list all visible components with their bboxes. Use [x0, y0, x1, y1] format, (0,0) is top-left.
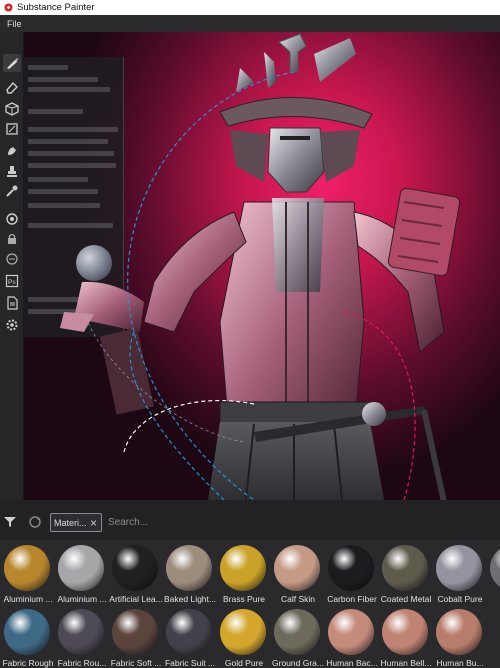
material-preview-sphere: [4, 609, 50, 655]
material-name: Carbon Fiber: [327, 594, 377, 604]
bake-icon[interactable]: [3, 210, 21, 228]
document-icon[interactable]: [3, 294, 21, 312]
material-swatch[interactable]: Fabric Suit ...: [163, 605, 217, 668]
filter-tag-label: Materi...: [54, 517, 87, 528]
filter-icon[interactable]: [3, 516, 17, 528]
material-name: Aluminium ...: [57, 594, 107, 604]
eraser-icon[interactable]: [3, 78, 21, 96]
material-preview-sphere: [58, 545, 104, 591]
material-preview-sphere: [382, 609, 428, 655]
material-preview-sphere: [328, 609, 374, 655]
app-window: Substance Painter File Ps Materi... × Se…: [0, 0, 500, 668]
refresh-icon[interactable]: [28, 515, 42, 529]
material-swatch[interactable]: Baked Light...: [163, 541, 217, 605]
material-swatch[interactable]: Human Bell...: [379, 605, 433, 668]
settings-icon[interactable]: [3, 316, 21, 334]
material-preview-sphere: [220, 545, 266, 591]
material-preview-sphere: [220, 609, 266, 655]
material-name: Brass Pure: [222, 594, 266, 604]
material-swatch[interactable]: Aluminium ...: [55, 541, 109, 605]
material-swatch[interactable]: Fabric Soft ...: [109, 605, 163, 668]
material-name: Co...: [487, 594, 500, 604]
material-preview-sphere: [166, 609, 212, 655]
material-preview-sphere: [328, 545, 374, 591]
material-name: Fabric Suit ...: [164, 658, 216, 668]
material-name: Cobalt Pure: [437, 594, 483, 604]
menu-bar: File: [0, 15, 500, 32]
material-swatch[interactable]: Ground Gra...: [271, 605, 325, 668]
material-swatch[interactable]: Calf Skin: [271, 541, 325, 605]
material-swatch[interactable]: Artificial Lea...: [109, 541, 163, 605]
tool-bar: Ps: [0, 32, 24, 500]
material-preview-sphere: [58, 609, 104, 655]
menu-file[interactable]: File: [7, 19, 22, 29]
material-name: Fabric Rou...: [57, 658, 107, 668]
material-preview-sphere: [274, 609, 320, 655]
material-name: Coated Metal: [380, 594, 432, 604]
substance-logo-icon: [4, 3, 13, 12]
clone-icon[interactable]: [3, 162, 21, 180]
material-swatch[interactable]: Co...: [487, 541, 500, 605]
search-input[interactable]: [108, 513, 500, 532]
layers-icon[interactable]: [3, 250, 21, 268]
material-grid: Aluminium ... Aluminium ... Artificial Lea…: [0, 540, 500, 668]
samurai-model: [60, 33, 461, 500]
material-swatch[interactable]: Fabric Rou...: [55, 605, 109, 668]
material-preview-sphere: [112, 609, 158, 655]
title-bar: Substance Painter: [0, 0, 500, 15]
material-swatch[interactable]: Human Bu...: [433, 605, 487, 668]
material-swatch[interactable]: Gold Pure: [217, 605, 271, 668]
material-name: Fabric Soft ...: [110, 658, 162, 668]
material-name: Ground Gra...: [272, 658, 324, 668]
shelf-panel: Materi... × Aluminium ...Aluminium ...Ar…: [0, 500, 500, 668]
material-swatch[interactable]: Aluminium ...: [1, 541, 55, 605]
material-preview-sphere: [436, 545, 482, 591]
material-name: Calf Skin: [280, 594, 315, 604]
polygon-fill-icon[interactable]: [3, 120, 21, 138]
color-picker-icon[interactable]: [3, 182, 21, 200]
material-name: Human Bac...: [326, 658, 378, 668]
material-name: Artificial Lea...: [109, 594, 163, 604]
material-swatch[interactable]: Coated Metal: [379, 541, 433, 605]
material-name: Human Bu...: [436, 658, 484, 668]
material-name: Aluminium ...: [3, 594, 53, 604]
material-preview-sphere: [382, 545, 428, 591]
projection-icon[interactable]: [3, 100, 21, 118]
3d-viewport[interactable]: [24, 32, 500, 500]
filter-tag-chip[interactable]: Materi... ×: [50, 513, 102, 532]
material-preview-sphere: [166, 545, 212, 591]
smudge-icon[interactable]: [3, 142, 21, 160]
window-title: Substance Painter: [17, 2, 95, 13]
material-swatch[interactable]: Fabric Rough: [1, 605, 55, 668]
material-preview-sphere: [274, 545, 320, 591]
paint-brush-icon[interactable]: [3, 54, 21, 72]
material-name: Fabric Rough: [2, 658, 54, 668]
material-preview-sphere: [490, 545, 500, 591]
photoshop-export-icon[interactable]: Ps: [3, 272, 21, 290]
lock-icon[interactable]: [3, 230, 21, 248]
material-name: Gold Pure: [224, 658, 264, 668]
material-swatch[interactable]: Human Bac...: [325, 605, 379, 668]
material-swatch[interactable]: Carbon Fiber: [325, 541, 379, 605]
material-preview-sphere: [112, 545, 158, 591]
material-swatch[interactable]: Brass Pure: [217, 541, 271, 605]
material-swatch[interactable]: Cobalt Pure: [433, 541, 487, 605]
material-name: Baked Light...: [164, 594, 216, 604]
material-preview-sphere: [4, 545, 50, 591]
close-icon[interactable]: ×: [90, 516, 97, 530]
material-preview-sphere: [436, 609, 482, 655]
material-name: Human Bell...: [380, 658, 432, 668]
svg-text:Ps: Ps: [8, 279, 16, 286]
